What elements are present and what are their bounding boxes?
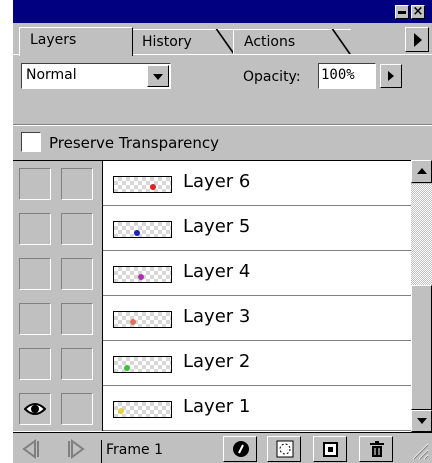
link-toggle[interactable] bbox=[61, 258, 93, 290]
layer-row[interactable]: Layer 4 bbox=[13, 251, 411, 296]
layer-row[interactable]: Layer 3 bbox=[13, 296, 411, 341]
layer-controls bbox=[13, 161, 103, 206]
visibility-toggle[interactable] bbox=[19, 348, 51, 380]
palette-tabs: History Actions Layers bbox=[13, 23, 432, 56]
resize-grip-icon[interactable] bbox=[409, 439, 429, 461]
opacity-input[interactable]: 100% bbox=[318, 63, 376, 89]
layers-list: Layer 6 Layer 5 Layer 4 Layer 3 Layer 2 … bbox=[13, 160, 411, 432]
layer-thumbnail bbox=[113, 356, 172, 373]
scroll-track[interactable] bbox=[411, 184, 432, 285]
frame-label: Frame 1 bbox=[101, 440, 221, 463]
layer-controls bbox=[13, 386, 103, 431]
add-mask-button[interactable] bbox=[267, 436, 301, 462]
scroll-up-button[interactable] bbox=[411, 160, 432, 183]
layer-name: Layer 5 bbox=[183, 216, 251, 237]
visibility-toggle[interactable] bbox=[19, 168, 51, 200]
visibility-toggle[interactable] bbox=[19, 393, 51, 425]
layer-row[interactable]: Layer 5 bbox=[13, 206, 411, 251]
layer-row[interactable]: Layer 6 bbox=[13, 161, 411, 206]
layer-controls bbox=[13, 251, 103, 296]
preserve-row: Preserve Transparency bbox=[13, 128, 432, 160]
layer-name: Layer 4 bbox=[183, 261, 251, 282]
layer-controls bbox=[13, 206, 103, 251]
layer-thumbnail bbox=[113, 311, 172, 328]
yellow-mark-icon bbox=[118, 408, 124, 414]
visibility-toggle[interactable] bbox=[19, 303, 51, 335]
preserve-transparency-checkbox[interactable] bbox=[21, 132, 41, 152]
layer-name: Layer 6 bbox=[183, 171, 251, 192]
tab-actions-label: Actions bbox=[244, 34, 296, 50]
minimize-button[interactable] bbox=[395, 5, 409, 19]
new-layer-button[interactable] bbox=[313, 436, 347, 462]
visibility-toggle[interactable] bbox=[19, 258, 51, 290]
layers-palette: × History Actions Layers Normal Opacity:… bbox=[13, 0, 432, 463]
link-toggle[interactable] bbox=[61, 213, 93, 245]
palette-titlebar[interactable]: × bbox=[13, 0, 432, 23]
layer-thumbnail bbox=[113, 401, 172, 418]
layer-controls bbox=[13, 341, 103, 386]
link-toggle[interactable] bbox=[61, 303, 93, 335]
new-layer-icon bbox=[323, 442, 338, 457]
tab-layers-label: Layers bbox=[30, 32, 77, 48]
blue-mark-icon bbox=[134, 230, 140, 236]
layer-style-button[interactable] bbox=[223, 436, 257, 462]
blend-mode-value: Normal bbox=[26, 67, 77, 83]
link-toggle[interactable] bbox=[61, 393, 93, 425]
palette-footer: Frame 1 bbox=[13, 432, 432, 463]
link-toggle[interactable] bbox=[61, 348, 93, 380]
trash-icon bbox=[370, 441, 384, 457]
layers-scrollbar[interactable] bbox=[411, 160, 432, 432]
layer-name: Layer 2 bbox=[183, 351, 251, 372]
link-toggle[interactable] bbox=[61, 168, 93, 200]
palette-menu-button[interactable] bbox=[405, 27, 429, 52]
layer-thumbnail bbox=[113, 176, 172, 193]
blend-mode-select[interactable]: Normal bbox=[21, 63, 171, 89]
divider bbox=[13, 124, 432, 126]
chevron-down-icon[interactable] bbox=[147, 65, 169, 87]
red-mark-icon bbox=[150, 184, 156, 190]
orange-mark-icon bbox=[130, 319, 136, 325]
previous-frame-icon[interactable] bbox=[21, 439, 39, 459]
tab-history-label: History bbox=[142, 34, 192, 50]
tab-layers[interactable]: Layers bbox=[19, 27, 133, 56]
scroll-down-button[interactable] bbox=[411, 410, 432, 432]
layer-row[interactable]: Layer 1 bbox=[13, 386, 411, 431]
green-mark-icon bbox=[124, 365, 130, 371]
mask-icon bbox=[276, 440, 294, 458]
purple-mark-icon bbox=[138, 274, 144, 280]
layer-row[interactable]: Layer 2 bbox=[13, 341, 411, 386]
delete-layer-button[interactable] bbox=[359, 436, 393, 462]
scroll-thumb[interactable] bbox=[411, 285, 432, 410]
blend-row: Normal Opacity: 100% bbox=[13, 58, 432, 94]
eye-icon bbox=[24, 403, 46, 415]
layer-style-icon bbox=[233, 441, 249, 457]
opacity-label: Opacity: bbox=[243, 69, 301, 85]
layer-controls bbox=[13, 296, 103, 341]
layer-thumbnail bbox=[113, 266, 172, 283]
visibility-toggle[interactable] bbox=[19, 213, 51, 245]
layer-name: Layer 1 bbox=[183, 396, 251, 417]
layer-thumbnail bbox=[113, 221, 172, 238]
close-button[interactable]: × bbox=[411, 5, 425, 19]
preserve-transparency-label: Preserve Transparency bbox=[49, 134, 219, 152]
next-frame-icon[interactable] bbox=[68, 439, 86, 459]
opacity-value: 100% bbox=[321, 67, 355, 83]
layer-name: Layer 3 bbox=[183, 306, 251, 327]
opacity-slider-button[interactable] bbox=[380, 64, 402, 88]
